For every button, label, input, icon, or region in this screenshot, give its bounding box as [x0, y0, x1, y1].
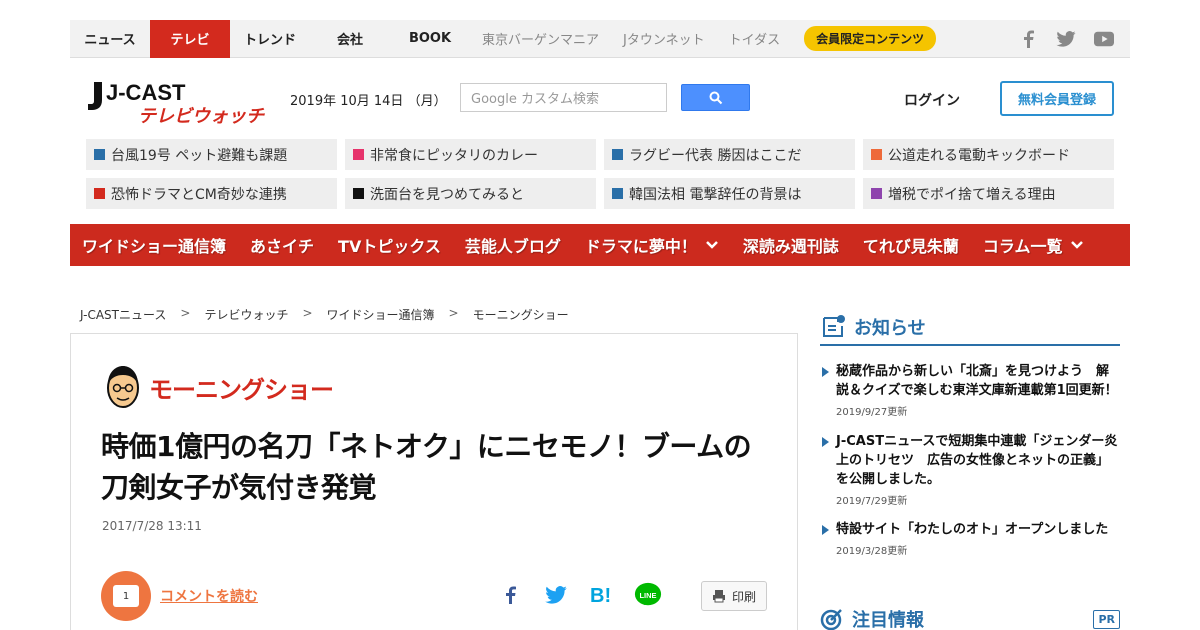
- breadcrumb-item[interactable]: J-CASTニュース: [80, 306, 166, 323]
- notice-item-date: 2019/3/28更新: [836, 546, 908, 557]
- nav-tv-topics[interactable]: TVトピックス: [338, 233, 441, 257]
- breadcrumb-item[interactable]: モーニングショー: [473, 306, 569, 323]
- register-button[interactable]: 無料会員登録: [1000, 81, 1114, 116]
- topic-marker: [871, 149, 882, 160]
- search-input[interactable]: Google カスタム検索: [460, 83, 667, 112]
- share-hatena-icon[interactable]: B!: [588, 581, 616, 609]
- topnav-jtown[interactable]: Jタウンネット: [611, 20, 717, 58]
- topic-item[interactable]: 恐怖ドラマとCM奇妙な連携: [86, 178, 337, 209]
- social-links: [1018, 29, 1130, 49]
- article-headline: 時価1億円の名刀「ネトオク」にニセモノ！ブームの刀剣女子が気付き発覚: [101, 430, 752, 504]
- breadcrumb-separator: >: [302, 306, 313, 320]
- read-comments-link[interactable]: コメントを読む: [160, 586, 258, 606]
- nav-wideshow[interactable]: ワイドショー通信簿: [82, 233, 226, 257]
- topic-item[interactable]: ラグビー代表 勝因はここだ: [604, 139, 855, 170]
- topic-item[interactable]: 増税でポイ捨て増える理由: [863, 178, 1114, 209]
- share-twitter-icon[interactable]: [542, 581, 570, 609]
- topic-marker: [353, 188, 364, 199]
- featured-header: 注目情報 PR: [820, 603, 1120, 630]
- pr-badge: PR: [1093, 609, 1120, 629]
- topnav-tv[interactable]: テレビ: [150, 19, 230, 58]
- search-button[interactable]: [681, 84, 750, 111]
- topic-marker: [612, 149, 623, 160]
- nav-drama[interactable]: ドラマに夢中！: [585, 233, 719, 257]
- notice-icon: [823, 315, 845, 337]
- notice-title: お知らせ: [854, 318, 926, 339]
- breadcrumb-separator: >: [180, 306, 191, 320]
- twitter-icon[interactable]: [1056, 29, 1076, 49]
- topnav-toidas[interactable]: トイダス: [717, 20, 792, 58]
- search-icon: [709, 91, 722, 104]
- article-timestamp: 2017/7/28 13:11: [102, 519, 202, 533]
- logo-tvwatch-text: テレビウォッチ: [138, 106, 265, 127]
- svg-text:LINE: LINE: [640, 591, 657, 600]
- breadcrumb: J-CASTニュース > テレビウォッチ > ワイドショー通信簿 > モーニング…: [80, 306, 569, 323]
- host-face-icon: [107, 366, 139, 408]
- member-content-badge[interactable]: 会員限定コンテンツ: [804, 26, 937, 51]
- login-link[interactable]: ログイン: [904, 90, 960, 110]
- topic-item[interactable]: 非常食にピッタリのカレー: [345, 139, 596, 170]
- topic-grid: 台風19号 ペット避難も課題 非常食にピッタリのカレー ラグビー代表 勝因はここ…: [86, 139, 1114, 209]
- topnav-news[interactable]: ニュース: [70, 20, 150, 58]
- topic-item[interactable]: 韓国法相 電撃辞任の背景は: [604, 178, 855, 209]
- topnav-bargain-mania[interactable]: 東京バーゲンマニア: [470, 20, 611, 58]
- notice-item[interactable]: 特設サイト「わたしのオト」オープンしました 2019/3/28更新: [820, 520, 1120, 557]
- top-navigation: ニュース テレビ トレンド 会社 BOOK 東京バーゲンマニア Jタウンネット …: [70, 19, 1130, 58]
- facebook-icon[interactable]: [1018, 29, 1038, 49]
- nav-drama-label: ドラマに夢中！: [584, 237, 697, 256]
- notice-item-title: J-CASTニュースで短期集中連載「ジェンダー炎上のトリセツ 広告の女性像とネッ…: [820, 432, 1120, 489]
- notice-item[interactable]: J-CASTニュースで短期集中連載「ジェンダー炎上のトリセツ 広告の女性像とネッ…: [820, 432, 1120, 507]
- nav-columns-label: コラム一覧: [982, 237, 1063, 256]
- breadcrumb-separator: >: [448, 306, 459, 320]
- topnav-trend[interactable]: トレンド: [230, 20, 310, 58]
- share-facebook-icon[interactable]: [496, 581, 524, 609]
- comment-count-badge[interactable]: 1: [101, 571, 151, 621]
- program-header[interactable]: モーニングショー: [103, 364, 334, 410]
- breadcrumb-item[interactable]: テレビウォッチ: [204, 306, 288, 323]
- notice-header: お知らせ: [820, 310, 1120, 346]
- topic-marker: [94, 149, 105, 160]
- current-date: 2019年 10月 14日 （月）: [290, 94, 447, 109]
- print-icon: [712, 590, 725, 603]
- topic-item[interactable]: 洗面台を見つめてみると: [345, 178, 596, 209]
- nav-asaichi[interactable]: あさイチ: [250, 233, 314, 257]
- notice-item-date: 2019/7/29更新: [836, 496, 908, 507]
- breadcrumb-item[interactable]: ワイドショー通信簿: [327, 306, 435, 323]
- chevron-down-icon: [1071, 241, 1084, 249]
- nav-weekly[interactable]: 深読み週刊誌: [743, 233, 839, 257]
- topic-item[interactable]: 公道走れる電動キックボード: [863, 139, 1114, 170]
- article: モーニングショー 時価1億円の名刀「ネトオク」にニセモノ！ブームの刀剣女子が気付…: [70, 333, 798, 630]
- share-buttons: B! LINE: [496, 581, 662, 609]
- topnav-book[interactable]: BOOK: [390, 20, 470, 58]
- topnav-company[interactable]: 会社: [310, 20, 390, 58]
- topic-marker: [353, 149, 364, 160]
- youtube-icon[interactable]: [1094, 29, 1114, 49]
- topic-marker: [612, 188, 623, 199]
- notice-item[interactable]: 秘蔵作品から新しい「北斎」を見つけよう 解説＆クイズで楽しむ東洋文庫新連載第1回…: [820, 362, 1120, 418]
- topic-item[interactable]: 台風19号 ペット避難も課題: [86, 139, 337, 170]
- comment-count: 1: [113, 585, 139, 607]
- notice-item-date: 2019/9/27更新: [836, 407, 908, 418]
- logo-jcast-text: J-CAST: [106, 80, 186, 105]
- share-line-icon[interactable]: LINE: [634, 581, 662, 609]
- nav-celebrity-blog[interactable]: 芸能人ブログ: [465, 233, 561, 257]
- nav-columns[interactable]: コラム一覧: [983, 233, 1085, 257]
- topic-marker: [871, 188, 882, 199]
- nav-terebi-mishuran[interactable]: てれび見朱蘭: [863, 233, 959, 257]
- jcast-tv-watch-logo[interactable]: J-CAST テレビウォッチ: [84, 78, 274, 130]
- target-icon: [820, 609, 842, 630]
- chevron-down-icon: [706, 241, 718, 249]
- program-name: モーニングショー: [149, 375, 334, 404]
- category-navigation: ワイドショー通信簿 あさイチ TVトピックス 芸能人ブログ ドラマに夢中！ 深読…: [70, 224, 1130, 266]
- notice-item-title: 特設サイト「わたしのオト」オープンしました: [820, 520, 1120, 539]
- svg-text:B!: B!: [590, 585, 611, 606]
- print-label: 印刷: [731, 589, 756, 604]
- print-button[interactable]: 印刷: [701, 581, 767, 611]
- topic-marker: [94, 188, 105, 199]
- featured-title: 注目情報: [852, 610, 924, 630]
- notice-item-title: 秘蔵作品から新しい「北斎」を見つけよう 解説＆クイズで楽しむ東洋文庫新連載第1回…: [820, 362, 1120, 400]
